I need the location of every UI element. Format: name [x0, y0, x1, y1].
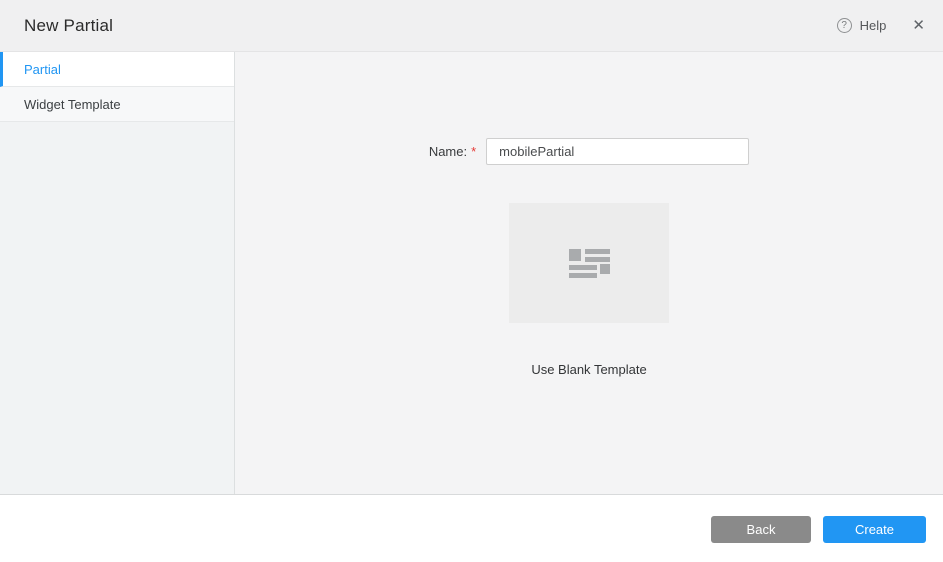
- back-button[interactable]: Back: [711, 516, 811, 543]
- dialog-body: Partial Widget Template Name: *: [0, 52, 943, 495]
- sidebar-item-label: Partial: [24, 62, 61, 77]
- sidebar-item-partial[interactable]: Partial: [0, 52, 234, 87]
- name-label: Name:: [429, 144, 467, 159]
- help-button[interactable]: ? Help: [837, 18, 887, 33]
- create-button[interactable]: Create: [823, 516, 926, 543]
- sidebar-item-widget-template[interactable]: Widget Template: [0, 87, 234, 122]
- dialog-title: New Partial: [24, 16, 113, 36]
- close-icon[interactable]: ✕: [912, 18, 925, 33]
- required-asterisk: *: [471, 144, 476, 159]
- sidebar-item-label: Widget Template: [24, 97, 121, 112]
- main-content: Name: * Use Blank Template: [235, 52, 943, 494]
- article-placeholder-icon: [569, 249, 610, 278]
- name-input[interactable]: [486, 138, 749, 165]
- dialog-footer: Back Create: [0, 495, 943, 562]
- help-label[interactable]: Help: [860, 18, 887, 33]
- type-sidebar: Partial Widget Template: [0, 52, 235, 494]
- dialog-header: New Partial ? Help ✕: [0, 0, 943, 52]
- name-field-row: Name: *: [429, 138, 749, 165]
- blank-template-tile[interactable]: [509, 203, 669, 323]
- help-icon[interactable]: ?: [837, 18, 852, 33]
- new-partial-dialog: New Partial ? Help ✕ Partial Widget Temp…: [0, 0, 943, 562]
- use-blank-template-label[interactable]: Use Blank Template: [531, 362, 646, 377]
